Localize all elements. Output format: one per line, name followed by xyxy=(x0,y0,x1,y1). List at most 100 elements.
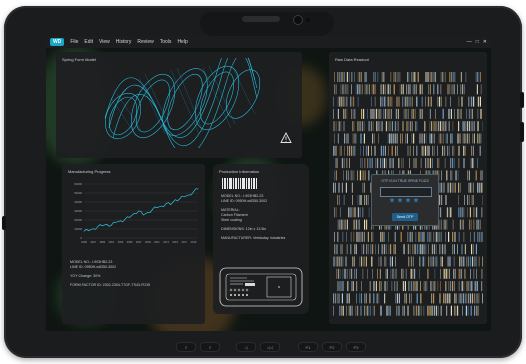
hw-p1-button[interactable]: P1 xyxy=(298,342,318,352)
side-button-1[interactable] xyxy=(520,92,524,108)
menu-edit[interactable]: Edit xyxy=(84,39,93,45)
maximize-icon[interactable]: □ xyxy=(476,39,479,45)
send-otp-button[interactable]: Send OTP xyxy=(392,213,418,221)
side-button-2[interactable] xyxy=(520,122,524,142)
raw-data-bar xyxy=(453,84,455,95)
raw-data-bar xyxy=(343,195,345,205)
raw-data-bar xyxy=(424,121,426,132)
minimize-icon[interactable]: — xyxy=(467,39,472,45)
raw-data-bar xyxy=(380,96,382,107)
raw-data-bar xyxy=(340,72,342,82)
raw-data-bar xyxy=(458,207,459,218)
raw-data-bar xyxy=(482,293,483,304)
raw-data-bar xyxy=(415,121,416,132)
hw-rewind-button[interactable]: ◁◁ xyxy=(260,342,280,352)
data-point xyxy=(161,205,162,207)
raw-data-bar xyxy=(352,256,353,267)
raw-data-bar xyxy=(450,96,451,107)
raw-data-bar xyxy=(360,72,362,82)
raw-data-bar xyxy=(374,96,376,107)
raw-data-bar xyxy=(446,219,448,230)
raw-data-bar xyxy=(470,108,472,119)
raw-data-bar xyxy=(450,133,451,144)
raw-data-bar xyxy=(442,182,444,193)
raw-data-bar xyxy=(346,231,347,242)
menu-help[interactable]: Help xyxy=(177,39,187,45)
app-logo[interactable]: WD xyxy=(50,38,65,46)
raw-data-bar xyxy=(431,244,433,255)
raw-data-bar xyxy=(366,244,367,255)
y-tick-label: 40000 xyxy=(74,200,82,204)
raw-data-bar xyxy=(454,293,455,304)
raw-data-bar xyxy=(370,121,372,132)
raw-data-bar xyxy=(404,293,405,304)
hw-p2-button[interactable]: P2 xyxy=(322,342,342,352)
raw-data-bar xyxy=(379,108,380,119)
raw-data-bar xyxy=(377,268,378,279)
otp-input[interactable] xyxy=(380,187,432,197)
side-button-3[interactable] xyxy=(2,216,6,230)
raw-data-bar xyxy=(427,305,428,316)
raw-data-bar xyxy=(334,72,335,82)
raw-data-bar xyxy=(445,268,447,279)
data-point xyxy=(115,221,117,223)
raw-data-bar xyxy=(464,268,465,279)
hw-back-button[interactable]: ◁ xyxy=(236,342,256,352)
raw-data-bar xyxy=(374,305,375,316)
raw-data-bar xyxy=(430,305,432,316)
raw-data-bar xyxy=(372,305,374,316)
raw-data-bar xyxy=(413,108,414,119)
raw-data-bar xyxy=(439,195,441,205)
menu-history[interactable]: History xyxy=(116,39,132,45)
warning-icon[interactable] xyxy=(280,132,292,144)
raw-data-bar xyxy=(390,305,391,316)
raw-data-bar xyxy=(373,84,375,95)
raw-data-bar xyxy=(429,72,431,82)
raw-data-bar xyxy=(465,268,466,279)
raw-data-bar xyxy=(453,145,455,156)
raw-data-bar xyxy=(362,268,364,279)
raw-data-bar xyxy=(470,305,472,316)
raw-data-bar xyxy=(438,158,440,169)
raw-data-bar xyxy=(409,158,410,169)
raw-data-bar xyxy=(383,158,385,169)
data-point xyxy=(129,217,130,218)
raw-data-bar xyxy=(451,170,453,181)
raw-data-bar xyxy=(411,121,413,132)
raw-data-bar xyxy=(360,231,362,242)
raw-data-bar xyxy=(353,231,355,242)
raw-data-bar xyxy=(403,158,404,169)
raw-data-bar xyxy=(335,293,337,304)
raw-data-bar xyxy=(356,293,357,304)
menu-view[interactable]: View xyxy=(99,39,110,45)
raw-data-bar xyxy=(437,305,439,316)
raw-data-bar xyxy=(363,108,365,119)
raw-data-bar xyxy=(346,170,348,181)
raw-data-bar xyxy=(395,256,396,267)
raw-data-bar xyxy=(337,219,339,230)
raw-data-bar xyxy=(384,145,386,156)
raw-data-bar xyxy=(364,158,366,169)
raw-data-bar xyxy=(334,207,335,218)
raw-data-bar xyxy=(407,305,408,316)
hw-menu-button-2[interactable]: ≡ xyxy=(200,342,220,352)
raw-data-bar xyxy=(450,170,451,181)
raw-data-bar xyxy=(337,268,339,279)
raw-data-bar xyxy=(449,108,450,119)
raw-data-bar xyxy=(341,145,342,156)
raw-data-bar xyxy=(441,121,443,132)
close-icon[interactable]: ✕ xyxy=(483,39,487,45)
raw-data-bar xyxy=(383,108,384,119)
menu-tools[interactable]: Tools xyxy=(160,39,172,45)
hw-menu-button-1[interactable]: ≡ xyxy=(176,342,196,352)
raw-data-bar xyxy=(431,96,432,107)
raw-data-bar xyxy=(369,281,371,292)
menu-review[interactable]: Review xyxy=(137,39,153,45)
menu-file[interactable]: File xyxy=(70,39,78,45)
raw-data-bar xyxy=(352,108,354,119)
hw-p3-button[interactable]: P3 xyxy=(346,342,366,352)
raw-data-bar xyxy=(397,145,398,156)
raw-data-bar xyxy=(386,281,388,292)
raw-data-bar xyxy=(355,268,357,279)
raw-data-bar xyxy=(365,145,367,156)
